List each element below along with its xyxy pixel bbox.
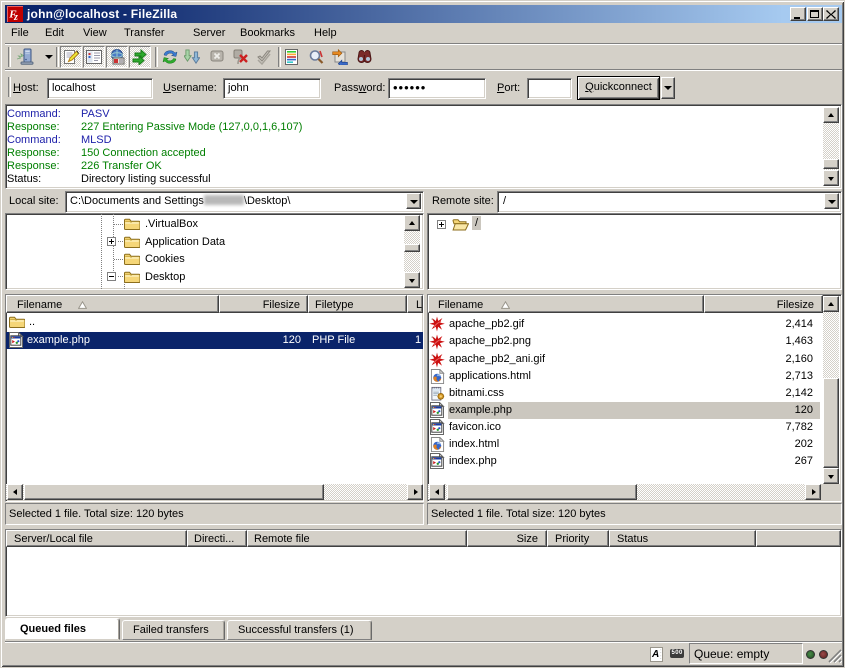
- svg-text:z: z: [13, 12, 18, 22]
